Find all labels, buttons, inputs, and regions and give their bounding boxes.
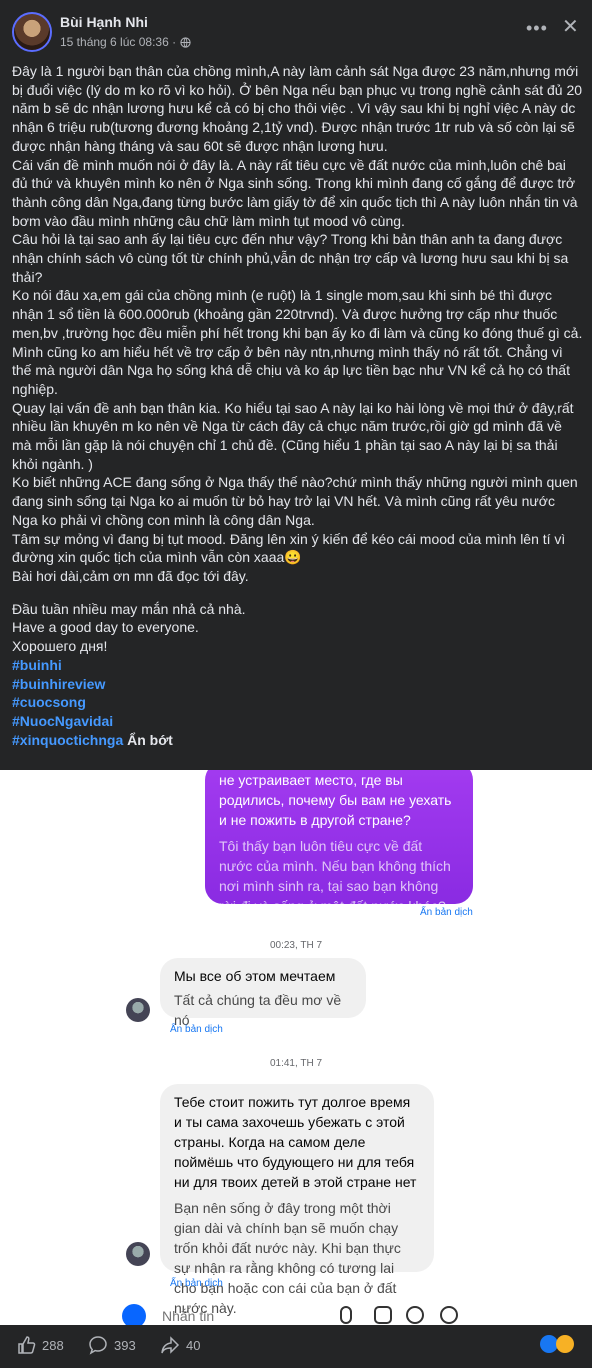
comment-icon — [89, 1336, 107, 1355]
closing-line: Have a good day to everyone. — [12, 619, 199, 636]
post-paragraph: Cái vấn đề mình muốn nói ở đây là. A này… — [12, 156, 578, 229]
hide-translation-link[interactable]: Ẩn bản dịch — [420, 907, 473, 918]
like-count: 288 — [42, 1337, 64, 1353]
post-paragraph: Đây là 1 người bạn thân của chồng mình,A… — [12, 63, 583, 154]
chat-screenshot: не устраивает место, где вы родились, по… — [0, 770, 592, 1325]
post-paragraph: Ko biết những ACE đang sống ở Nga thấy t… — [12, 474, 578, 528]
comment-button[interactable]: 393 — [88, 1335, 136, 1355]
globe-icon — [180, 36, 191, 48]
post-paragraph: Tâm sự mỏng vì đang bị tụt mood. Đăng lê… — [12, 530, 566, 566]
share-button[interactable]: 40 — [160, 1335, 200, 1355]
post-paragraph: Câu hỏi là tại sao anh ấy lại tiêu cực đ… — [12, 231, 569, 285]
hashtag-link[interactable]: #NuocNgavidai — [12, 713, 113, 729]
hashtag-link[interactable]: #buinhireview — [12, 676, 105, 692]
add-icon[interactable] — [122, 1304, 146, 1325]
timestamp: 01:41, TH 7 — [269, 1058, 323, 1069]
message-input[interactable] — [160, 1307, 324, 1325]
hashtag-link[interactable]: #xinquoctichnga — [12, 732, 123, 748]
compose-bar — [0, 1298, 592, 1325]
microphone-icon[interactable] — [340, 1306, 352, 1324]
outgoing-message: не устраивает место, где вы родились, по… — [205, 770, 473, 914]
hashtag-link[interactable]: #cuocsong — [12, 694, 86, 710]
plus-circle-icon[interactable] — [440, 1306, 458, 1324]
message-original: Тебе стоит пожить тут долгое время и ты … — [174, 1094, 417, 1190]
hide-translation-link[interactable]: Ẩn bản dịch — [170, 1024, 223, 1035]
message-original: Мы все об этом мечтаем — [174, 968, 336, 984]
incoming-message: Мы все об этом мечтаем Tất cả chúng ta đ… — [160, 958, 366, 1028]
thumbs-up-icon — [18, 1336, 36, 1354]
incoming-message: Тебе стоит пожить тут долгое время и ты … — [160, 1084, 434, 1316]
message-original: не устраивает место, где вы родились, по… — [219, 772, 452, 828]
message-translation: Tôi thấy bạn luôn tiêu cực về đất nước c… — [219, 838, 451, 914]
sticker-icon[interactable] — [406, 1306, 424, 1324]
closing-line: Đầu tuần nhiều may mắn nhả cả nhà. — [12, 600, 246, 617]
post-paragraph: Bài hơi dài,cảm ơn mn đã đọc tới đây. — [12, 567, 249, 584]
closing-line: Хорошего дня! — [12, 638, 108, 655]
see-less-link[interactable]: Ẩn bớt — [127, 732, 173, 748]
sender-avatar[interactable] — [126, 998, 150, 1022]
share-icon — [161, 1336, 180, 1354]
sender-avatar[interactable] — [126, 1242, 150, 1266]
reactions-bar: 288 393 40 — [0, 1325, 592, 1368]
post-paragraph: Mình cũng ko am hiểu hết về trợ cấp ở bê… — [12, 343, 570, 397]
haha-reaction-icon[interactable] — [556, 1335, 574, 1353]
comment-count: 393 — [114, 1337, 136, 1353]
close-icon[interactable]: ✕ — [562, 14, 579, 39]
post-header: Bùi Hạnh Nhi 15 tháng 6 lúc 08:36 · ••• … — [0, 0, 592, 60]
post-meta: 15 tháng 6 lúc 08:36 · — [60, 35, 191, 49]
post-text: Đây là 1 người bạn thân của chồng mình,A… — [12, 62, 584, 749]
author-name[interactable]: Bùi Hạnh Nhi — [60, 14, 148, 30]
more-options-icon[interactable]: ••• — [526, 18, 548, 39]
like-button[interactable]: 288 — [16, 1335, 64, 1355]
hashtag-link[interactable]: #buinhi — [12, 657, 62, 673]
timestamp: 00:23, TH 7 — [269, 940, 323, 951]
post-paragraph: Ko nói đâu xa,em gái của chồng mình (e r… — [12, 287, 583, 341]
post-time[interactable]: 15 tháng 6 lúc 08:36 · — [60, 35, 176, 49]
post-paragraph: Quay lại vấn đề anh bạn thân kia. Ko hiể… — [12, 399, 574, 472]
share-count: 40 — [186, 1337, 201, 1353]
hide-translation-link[interactable]: Ẩn bản dịch — [170, 1278, 223, 1289]
author-avatar[interactable] — [12, 12, 52, 52]
image-icon[interactable] — [374, 1306, 392, 1324]
